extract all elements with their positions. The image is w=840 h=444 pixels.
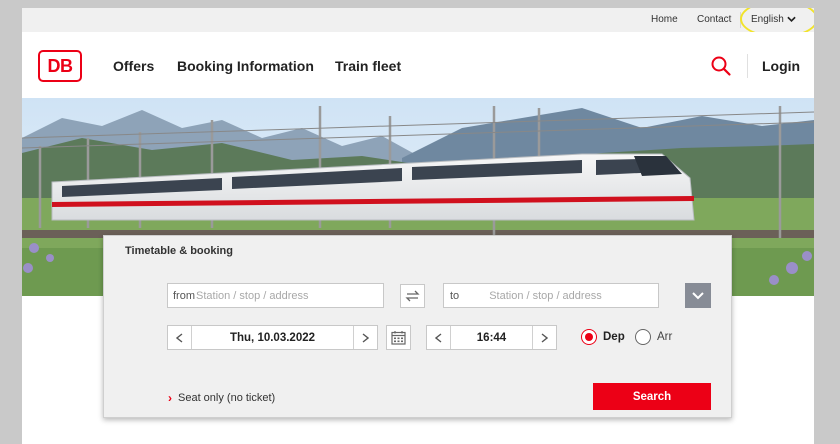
to-field[interactable]: to: [443, 283, 659, 308]
seat-only-label: Seat only (no ticket): [178, 392, 276, 404]
utility-divider: [740, 12, 741, 28]
chevron-down-icon: [787, 16, 796, 22]
booking-panel: Timetable & booking from to Thu, 10.03.2…: [103, 235, 732, 418]
chevron-down-icon: [692, 291, 704, 299]
seat-only-link[interactable]: › Seat only (no ticket): [168, 391, 275, 405]
db-logo[interactable]: DB: [38, 50, 82, 82]
date-next-button[interactable]: [353, 326, 377, 349]
page: Home Contact English DB Offers Booking I…: [22, 8, 814, 444]
time-next-button[interactable]: [532, 326, 556, 349]
departure-radio[interactable]: Dep: [581, 329, 625, 345]
date-value[interactable]: Thu, 10.03.2022: [192, 332, 353, 344]
swap-arrows-icon: [405, 290, 420, 302]
chevron-left-icon: [176, 332, 183, 343]
date-previous-button[interactable]: [168, 326, 192, 349]
departure-radio-circle[interactable]: [581, 329, 597, 345]
search-icon[interactable]: [710, 55, 732, 77]
calendar-button[interactable]: [386, 325, 411, 350]
swap-button[interactable]: [400, 284, 425, 308]
radio-selected-dot: [585, 333, 593, 341]
calendar-icon: [391, 331, 406, 345]
chevron-right-icon: [362, 332, 369, 343]
time-value[interactable]: 16:44: [451, 332, 532, 344]
header-divider: [747, 54, 748, 78]
language-label: English: [751, 14, 784, 25]
contact-link[interactable]: Contact: [697, 14, 731, 25]
from-input[interactable]: [195, 289, 365, 302]
panel-title: Timetable & booking: [125, 245, 233, 257]
expand-options-button[interactable]: [685, 283, 711, 308]
home-link[interactable]: Home: [651, 14, 678, 25]
arrival-radio[interactable]: Arr: [635, 329, 672, 345]
arrival-label: Arr: [657, 331, 673, 343]
from-label: from: [173, 289, 195, 302]
login-link[interactable]: Login: [762, 58, 800, 74]
nav-booking-information[interactable]: Booking Information: [177, 58, 314, 74]
time-previous-button[interactable]: [427, 326, 451, 349]
to-input[interactable]: [459, 289, 630, 302]
chevron-right-icon: [541, 332, 548, 343]
chevron-left-icon: [435, 332, 442, 343]
departure-label: Dep: [603, 331, 625, 343]
nav-offers[interactable]: Offers: [113, 58, 154, 74]
language-selector[interactable]: English: [751, 14, 796, 25]
chevron-right-icon: ›: [168, 391, 172, 405]
from-field[interactable]: from: [167, 283, 384, 308]
to-label: to: [450, 289, 460, 302]
date-stepper[interactable]: Thu, 10.03.2022: [167, 325, 378, 350]
utility-bar: Home Contact English: [22, 8, 814, 38]
time-stepper[interactable]: 16:44: [426, 325, 557, 350]
main-header: DB Offers Booking Information Train flee…: [22, 32, 814, 98]
nav-train-fleet[interactable]: Train fleet: [335, 58, 401, 74]
search-button[interactable]: Search: [593, 383, 711, 410]
arrival-radio-circle[interactable]: [635, 329, 651, 345]
